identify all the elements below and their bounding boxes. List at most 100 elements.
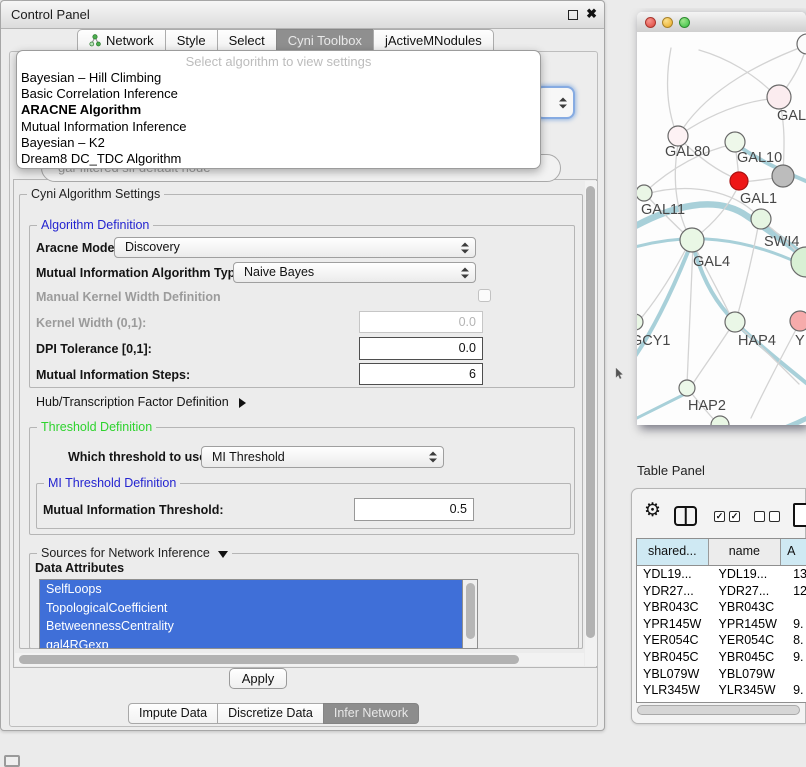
table-cell[interactable]: YDR27... [637, 583, 709, 600]
tab-network[interactable]: Network [77, 29, 166, 51]
table-row[interactable]: YBL079WYBL079W [637, 666, 806, 683]
column-header-name[interactable]: name [709, 539, 782, 565]
network-edge[interactable] [736, 222, 759, 321]
which-threshold-combo[interactable]: MI Threshold [201, 446, 444, 468]
mi-type-combo[interactable]: Naive Bayes [233, 262, 476, 283]
zoom-traffic-light[interactable] [679, 17, 690, 28]
table-cell[interactable]: YDR27... [709, 583, 782, 600]
table-cell[interactable]: 9. [781, 682, 806, 699]
table-cell[interactable]: 13 [781, 566, 806, 583]
algorithm-option[interactable]: Bayesian – Hill Climbing [17, 70, 540, 86]
tab-jactivemnodules[interactable]: jActiveMNodules [373, 29, 494, 51]
table-cell[interactable]: YBL079W [637, 666, 709, 683]
network-node[interactable] [637, 185, 652, 201]
table-row[interactable]: YBR043CYBR043C [637, 599, 806, 616]
table-cell[interactable]: YBR043C [709, 599, 782, 616]
vertical-scrollbar-thumb[interactable] [586, 186, 595, 638]
column-header-shared-name[interactable]: shared... [637, 539, 709, 565]
aracne-mode-combo[interactable]: Discovery [114, 237, 476, 258]
table-cell[interactable]: 12 [781, 583, 806, 600]
table-cell[interactable] [781, 599, 806, 616]
hub-definition-expander[interactable]: Hub/Transcription Factor Definition [36, 395, 246, 409]
table-row[interactable]: YER054CYER054C8. [637, 632, 806, 649]
algorithm-option[interactable]: Basic Correlation Inference [17, 86, 540, 102]
attributes-scrollbar[interactable] [462, 579, 478, 649]
sources-group-title[interactable]: Sources for Network Inference [37, 546, 232, 560]
network-node[interactable] [668, 126, 688, 146]
table-scrollbar-thumb[interactable] [637, 705, 800, 715]
table-cell[interactable]: YPR145W [637, 616, 709, 633]
network-node[interactable] [751, 209, 771, 229]
columns-icon[interactable] [674, 506, 697, 526]
tab-select[interactable]: Select [217, 29, 277, 51]
unchecked-checkbox-icon[interactable] [754, 511, 765, 522]
dpi-tolerance-field[interactable]: 0.0 [359, 337, 483, 360]
network-edge[interactable] [637, 392, 689, 424]
table-cell[interactable]: YER054C [709, 632, 782, 649]
checked-checkbox-icon[interactable]: ✓ [729, 511, 740, 522]
tab-cyni-toolbox[interactable]: Cyni Toolbox [276, 29, 374, 51]
table-cell[interactable]: YIL052C [709, 699, 782, 703]
table-cell[interactable]: YBR045C [709, 649, 782, 666]
minimize-traffic-light[interactable] [662, 17, 673, 28]
network-edge[interactable] [749, 414, 806, 425]
bottom-left-partial-button[interactable] [4, 755, 20, 767]
algorithm-option[interactable]: Bayesian – K2 [17, 135, 540, 151]
network-node[interactable] [730, 172, 748, 190]
close-window-icon[interactable]: ✖ [586, 6, 597, 22]
table-cell[interactable]: YBR043C [637, 599, 709, 616]
network-edge[interactable] [678, 98, 778, 136]
settings-horizontal-scrollbar[interactable] [15, 653, 584, 666]
document-icon[interactable] [793, 503, 806, 527]
table-row[interactable]: YBR045CYBR045C9. [637, 649, 806, 666]
network-canvas[interactable]: GALGAL80GAL10GAL1GAL11SWI4GAL4GCY1HAP4YH… [637, 32, 806, 425]
attributes-scrollbar-thumb[interactable] [466, 583, 475, 639]
network-edge[interactable] [692, 324, 733, 385]
network-edge[interactable] [637, 244, 691, 370]
network-node[interactable] [797, 34, 806, 54]
table-cell[interactable]: YLR345W [709, 682, 782, 699]
table-row[interactable]: YIL052CYIL052C9 [637, 699, 806, 703]
attribute-list-item[interactable]: TopologicalCoefficient [40, 599, 462, 618]
table-cell[interactable] [781, 666, 806, 683]
mi-steps-field[interactable]: 6 [359, 363, 483, 385]
column-header-partial[interactable]: A [781, 539, 806, 565]
mi-threshold-field[interactable]: 0.5 [354, 498, 474, 521]
apply-button[interactable]: Apply [229, 668, 287, 689]
tab-impute-data[interactable]: Impute Data [128, 703, 218, 724]
table-cell[interactable]: 9 [781, 699, 806, 703]
table-row[interactable]: YDR27...YDR27...12 [637, 583, 806, 600]
table-cell[interactable]: YDL19... [709, 566, 782, 583]
table-cell[interactable]: YBR045C [637, 649, 709, 666]
network-edge[interactable] [699, 50, 778, 98]
network-node[interactable] [725, 312, 745, 332]
algorithm-option[interactable]: ARACNE Algorithm [17, 102, 540, 118]
float-window-icon[interactable] [568, 10, 578, 20]
network-node[interactable] [725, 132, 745, 152]
table-cell[interactable]: YDL19... [637, 566, 709, 583]
table-cell[interactable]: YLR345W [637, 682, 709, 699]
checked-checkbox-icon[interactable]: ✓ [714, 511, 725, 522]
table-cell[interactable]: YIL052C [637, 699, 709, 703]
tab-infer-network[interactable]: Infer Network [323, 703, 419, 724]
table-row[interactable]: YLR345WYLR345W9. [637, 682, 806, 699]
table-cell[interactable]: 9. [781, 616, 806, 633]
table-cell[interactable]: 8. [781, 632, 806, 649]
network-window-titlebar[interactable] [637, 12, 806, 33]
attribute-list-item[interactable]: gal4RGexp [40, 636, 462, 650]
manual-kernel-checkbox[interactable] [478, 289, 491, 302]
attribute-list-item[interactable]: SelfLoops [40, 580, 462, 599]
algorithm-option[interactable]: Mutual Information Inference [17, 119, 540, 135]
network-edge[interactable] [668, 48, 677, 135]
table-horizontal-scrollbar[interactable] [637, 705, 803, 715]
table-row[interactable]: YDL19...YDL19...13 [637, 566, 806, 583]
network-node[interactable] [767, 85, 791, 109]
tab-style[interactable]: Style [165, 29, 218, 51]
gear-icon[interactable]: ⚙ [644, 501, 661, 520]
kernel-width-field[interactable]: 0.0 [359, 311, 483, 333]
attribute-list-item[interactable]: BetweennessCentrality [40, 617, 462, 636]
network-node[interactable] [772, 165, 794, 187]
table-cell[interactable]: YER054C [637, 632, 709, 649]
table-row[interactable]: YPR145WYPR145W9. [637, 616, 806, 633]
settings-vertical-scrollbar[interactable] [585, 181, 597, 666]
